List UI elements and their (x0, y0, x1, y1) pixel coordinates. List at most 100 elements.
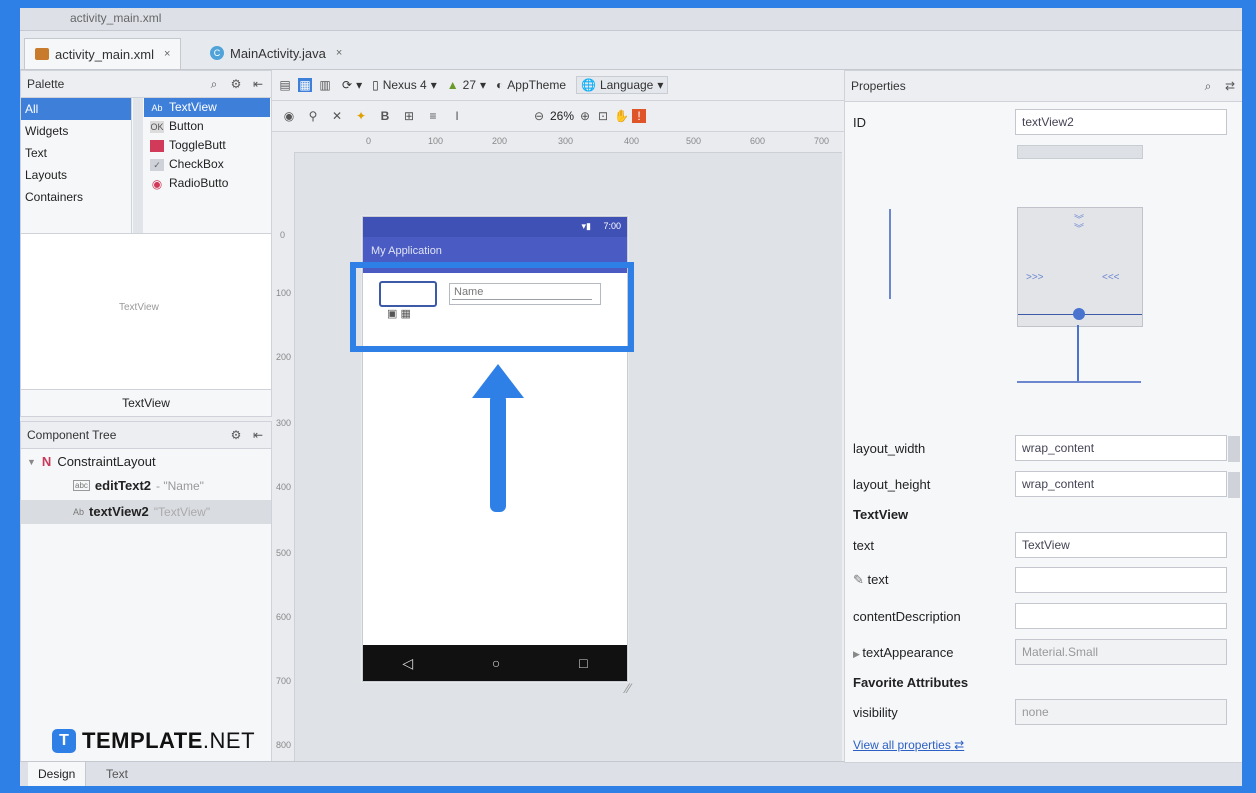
palette-item-textview[interactable]: Ab TextView (144, 98, 270, 117)
palette-panel: Palette ⌕ ⚙ ⇤ All Widgets Text Layouts C… (20, 70, 272, 417)
id-field[interactable]: textView2 (1015, 109, 1227, 135)
ruler-mark: 100 (428, 136, 444, 146)
palette-item-radiobutton[interactable]: ◉ RadioButto (144, 174, 270, 193)
search-icon[interactable]: ⌕ (207, 77, 221, 91)
both-views-icon[interactable]: ▥ (318, 78, 332, 92)
palette-scrollbar[interactable] (133, 98, 143, 233)
zoom-in-icon[interactable]: ⊕ (578, 109, 592, 123)
pan-hand-icon[interactable]: ✋ (614, 109, 629, 123)
status-time: 7:00 (603, 221, 621, 231)
logo-icon: T (52, 729, 76, 753)
zoom-fit-icon[interactable]: ⊡ (596, 109, 610, 123)
property-tools-text: ✎ text (845, 565, 1235, 595)
tab-text[interactable]: Text (96, 762, 138, 786)
properties-header: Properties ⌕ ⇄ (845, 71, 1242, 102)
gear-icon[interactable]: ⚙ (229, 77, 243, 91)
api-selector[interactable]: ▲ 27 ▾ (447, 78, 486, 92)
phone-status-bar: 7:00 ▾▮ (363, 217, 627, 237)
tools-text-field[interactable] (1015, 567, 1227, 593)
tree-node-constraintlayout[interactable]: ▼ N ConstraintLayout (27, 454, 156, 469)
app-title: My Application (371, 245, 442, 257)
palette-item-togglebutton[interactable]: ToggleButt (144, 136, 270, 155)
android-icon: ▲ (446, 78, 459, 92)
bottom-tab-bar: Design Text (20, 761, 1242, 786)
palette-category-layouts[interactable]: Layouts (21, 164, 131, 186)
default-margins-icon[interactable]: B (378, 109, 392, 123)
property-layout-height: layout_height wrap_content (845, 469, 1240, 499)
palette-category-text[interactable]: Text (21, 142, 131, 164)
layout-height-dropdown[interactable]: wrap_content (1015, 471, 1240, 498)
hide-panel-icon[interactable]: ⇤ (251, 77, 265, 91)
ruler-mark: 200 (276, 352, 292, 362)
autoconnect-icon[interactable]: ⚲ (306, 109, 320, 123)
gear-icon[interactable]: ⚙ (229, 428, 243, 442)
palette-header: Palette ⌕ ⚙ ⇤ (21, 71, 271, 98)
tree-node-edittext2[interactable]: abc editText2 - "Name" (73, 478, 204, 493)
tab-design[interactable]: Design (28, 762, 87, 786)
warnings-icon[interactable]: ! (632, 109, 647, 123)
back-icon: ◁ (402, 654, 414, 671)
component-tree-panel: Component Tree ⚙ ⇤ ▼ N ConstraintLayout … (20, 421, 272, 763)
dropdown-arrow-icon[interactable] (1228, 472, 1240, 498)
close-icon[interactable]: × (164, 48, 170, 60)
expand-arrow-icon[interactable]: ▶ (853, 649, 862, 659)
constraint-layout-icon: N (41, 454, 52, 469)
tab-activity-main-xml[interactable]: activity_main.xml × (24, 38, 182, 69)
visibility-dropdown[interactable]: none (1015, 699, 1227, 725)
palette-item-checkbox[interactable]: ✓ CheckBox (144, 155, 270, 174)
orientation-button[interactable]: ⟳ ▾ (342, 78, 362, 92)
android-studio-window: activity_main.xml activity_main.xml × C … (20, 8, 1242, 786)
palette-items: Ab TextView OK Button ToggleButt ✓ Check… (144, 98, 270, 233)
ruler-mark: 200 (492, 136, 508, 146)
tree-node-textview2[interactable]: Ab textView2 "TextView" (21, 500, 271, 524)
resize-handle-icon[interactable]: ⁄⁄ (626, 680, 631, 696)
margin-slider[interactable] (1017, 145, 1143, 159)
left-constraint-line (889, 209, 891, 299)
language-selector[interactable]: 🌐 Language ▾ (576, 76, 669, 94)
clear-constraints-icon[interactable]: ✕ (330, 109, 344, 123)
textview-icon: Ab (73, 506, 85, 517)
blueprint-view-icon[interactable]: ▦ (298, 78, 312, 92)
rotate-icon: ⟳ (342, 78, 353, 92)
show-constraints-icon[interactable]: ◉ (282, 109, 296, 123)
text-appearance-field[interactable]: Material.Small (1015, 639, 1227, 665)
toggle-view-icon[interactable]: ⇄ (1223, 79, 1237, 93)
layout-width-dropdown[interactable]: wrap_content (1015, 435, 1240, 462)
hide-panel-icon[interactable]: ⇤ (251, 428, 265, 442)
pack-icon[interactable]: ⊞ (402, 109, 416, 123)
battery-icon: ▾▮ (581, 221, 591, 231)
text-field[interactable]: TextView (1015, 532, 1227, 558)
zoom-out-icon[interactable]: ⊖ (532, 109, 546, 123)
dropdown-arrow-icon[interactable] (1228, 436, 1240, 462)
theme-selector[interactable]: ◐ AppTheme (496, 78, 566, 92)
align-icon[interactable]: ≡ (426, 109, 440, 123)
content-description-field[interactable] (1015, 603, 1227, 629)
guidelines-icon[interactable]: I (450, 109, 464, 123)
palette-item-button[interactable]: OK Button (144, 117, 270, 136)
java-class-icon: C (210, 46, 224, 60)
ruler-mark: 0 (366, 136, 372, 146)
properties-panel: Properties ⌕ ⇄ ID textView2 ︾ ︾ >>> <<< l… (844, 70, 1242, 763)
view-all-properties-link[interactable]: View all properties ⇄ (853, 738, 964, 752)
bottom-constraint-handle[interactable] (1073, 308, 1085, 320)
ruler-mark: 400 (276, 482, 292, 492)
palette-category-all[interactable]: All (21, 98, 131, 120)
design-view-icon[interactable]: ▤ (278, 78, 292, 92)
design-canvas[interactable]: 0 100 200 300 400 500 600 700 0 100 200 … (272, 132, 842, 761)
ruler-mark: 600 (276, 612, 292, 622)
palette-category-widgets[interactable]: Widgets (21, 120, 131, 142)
tab-mainactivity-java[interactable]: C MainActivity.java × (200, 38, 352, 68)
close-icon[interactable]: × (336, 47, 342, 59)
collapse-arrow-icon[interactable]: ▼ (27, 457, 36, 467)
ruler-mark: 100 (276, 288, 292, 298)
bottom-constraint-line (1077, 325, 1079, 381)
property-id: ID textView2 (845, 107, 1235, 137)
property-text-appearance: ▶ textAppearance Material.Small (845, 637, 1235, 667)
device-selector[interactable]: ▯ Nexus 4 ▾ (372, 78, 437, 92)
infer-constraints-icon[interactable]: ✦ (354, 109, 368, 123)
ruler-mark: 400 (624, 136, 640, 146)
palette-title: Palette (27, 77, 65, 91)
edittext-icon: abc (73, 480, 90, 491)
palette-category-containers[interactable]: Containers (21, 186, 131, 208)
search-icon[interactable]: ⌕ (1201, 79, 1215, 93)
